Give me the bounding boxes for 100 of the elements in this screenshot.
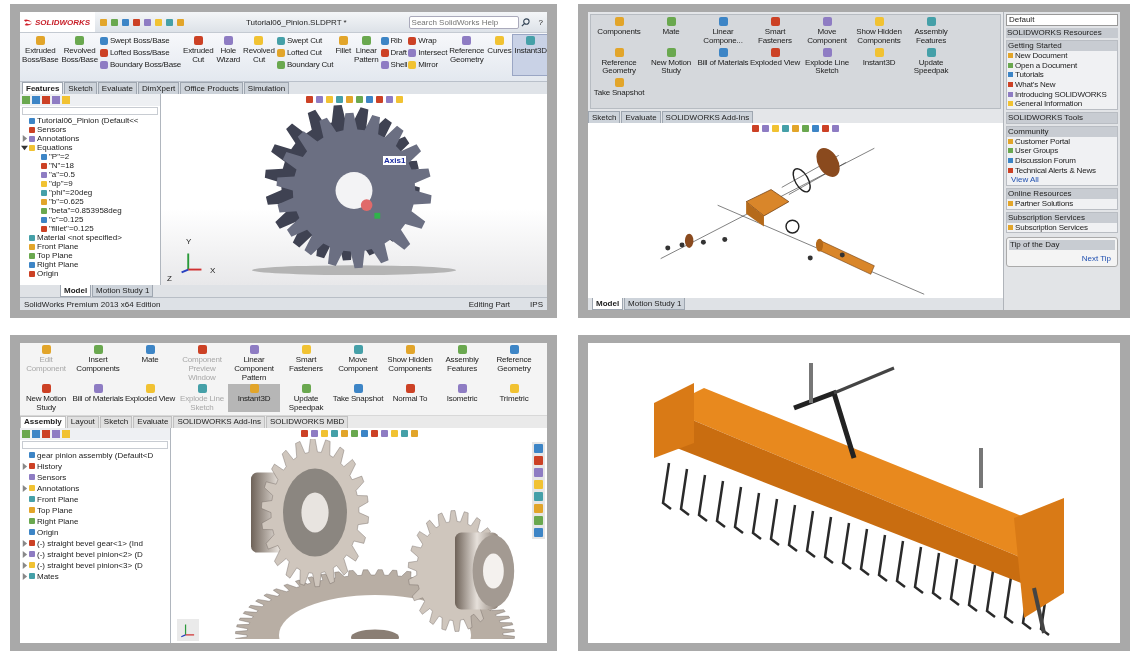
ribbon-button[interactable]: Move Component	[801, 17, 853, 46]
ribbon-button[interactable]: Curves	[486, 35, 513, 75]
tree-item[interactable]: Top Plane	[37, 251, 73, 260]
ribbon-button[interactable]: Instant3D	[228, 384, 280, 413]
section-header[interactable]: Subscription Services	[1007, 212, 1117, 223]
resource-link[interactable]: New Document	[1015, 51, 1068, 61]
ribbon-button[interactable]: Draft	[380, 48, 408, 57]
tree-item[interactable]: "fillet"=0.125	[49, 224, 94, 233]
resource-link[interactable]: Discussion Forum	[1015, 156, 1076, 166]
expand-arrow-icon[interactable]	[21, 540, 28, 547]
ribbon-button[interactable]: Rib	[380, 36, 408, 45]
ribbon-button[interactable]: Shell	[380, 60, 408, 69]
ribbon-button[interactable]: Lofted Boss/Base	[99, 48, 181, 57]
ribbon-button[interactable]: Mirror	[408, 60, 448, 69]
ribbon-button[interactable]: Instant3D	[853, 47, 905, 76]
ribbon-button[interactable]: Show Hidden Components	[384, 345, 436, 374]
tree-item[interactable]: "a"=0.5	[49, 170, 75, 179]
section-header[interactable]: Community	[1007, 126, 1117, 137]
ribbon-button[interactable]: Reference Geometry	[593, 47, 645, 77]
tree-item[interactable]: Sensors	[37, 473, 67, 482]
help-button[interactable]: ?	[534, 17, 547, 27]
resource-link[interactable]: Subscription Services	[1015, 222, 1088, 232]
tab[interactable]: Evaluate	[621, 111, 661, 124]
tree-item[interactable]: "c"=0.125	[49, 215, 84, 224]
resource-link[interactable]: General Information	[1015, 99, 1082, 109]
ribbon-button[interactable]: Take Snapshot	[593, 78, 645, 107]
tab[interactable]: Office Products	[180, 82, 243, 94]
ribbon-button[interactable]: Revolved Cut	[242, 35, 276, 75]
resource-link[interactable]: User Groups	[1015, 146, 1059, 156]
tree-item[interactable]: Front Plane	[37, 242, 79, 251]
search-icon[interactable]	[520, 17, 530, 27]
ribbon-button[interactable]: Linear Pattern	[353, 35, 380, 75]
ribbon-button[interactable]: Intersect	[408, 48, 448, 57]
ribbon-button[interactable]: Update Speedpak	[905, 47, 957, 77]
ribbon-button[interactable]: Assembly Features	[905, 17, 957, 46]
tree-item[interactable]: History	[37, 462, 62, 471]
tree-item[interactable]: Mates	[37, 572, 59, 581]
resource-link[interactable]: What's New	[1015, 80, 1056, 90]
ribbon-button[interactable]: Show Hidden Components	[853, 17, 905, 46]
section-header[interactable]: Online Resources	[1007, 188, 1117, 199]
ribbon-button[interactable]: Extruded Cut	[182, 35, 215, 75]
next-tip-link[interactable]: Next Tip	[1077, 254, 1115, 265]
expand-arrow-icon[interactable]	[21, 562, 28, 569]
expand-arrow-icon[interactable]	[21, 573, 28, 580]
ribbon-button[interactable]: Linear Compone...	[697, 17, 749, 46]
ribbon-button[interactable]: New Motion Study	[20, 384, 72, 413]
ribbon-button[interactable]: Wrap	[408, 36, 448, 45]
tab[interactable]: Motion Study 1	[92, 285, 154, 297]
tree-item[interactable]: Equations	[37, 143, 73, 152]
tree-item[interactable]: gear pinion assembly (Default<D	[37, 451, 154, 460]
ribbon-button[interactable]: Reference Geometry	[448, 35, 486, 75]
ribbon-button[interactable]: Exploded View	[124, 384, 176, 413]
tab[interactable]: Evaluate	[97, 82, 137, 94]
resource-link[interactable]: Partner Solutions	[1015, 199, 1073, 209]
ribbon-button[interactable]: Insert Components	[72, 345, 124, 374]
section-header[interactable]: SOLIDWORKS Tools	[1007, 112, 1117, 123]
tree-item[interactable]: "b"=0.625	[49, 197, 84, 206]
tree-item[interactable]: "beta"=0.853958deg	[49, 206, 122, 215]
tree-item[interactable]: Right Plane	[37, 517, 79, 526]
ribbon-button[interactable]: Take Snapshot	[332, 384, 384, 413]
filter-field[interactable]	[22, 107, 158, 115]
collapse-arrow-icon[interactable]	[21, 144, 28, 151]
ribbon-button[interactable]: Normal To	[384, 384, 436, 413]
configuration-dropdown[interactable]: Default	[1006, 14, 1118, 26]
tab[interactable]: Model	[60, 285, 92, 297]
ribbon-button[interactable]: Instant3D	[513, 35, 547, 75]
ribbon-button[interactable]: Boundary Cut	[276, 60, 334, 69]
units-text[interactable]: IPS	[530, 299, 543, 309]
tab[interactable]: Sketch	[588, 111, 621, 124]
ribbon-button[interactable]: Reference Geometry	[488, 345, 540, 374]
tree-item[interactable]: Material <not specified>	[37, 233, 122, 242]
ribbon-button[interactable]: Bill of Materials	[697, 47, 749, 76]
resource-link[interactable]: Customer Portal	[1015, 136, 1070, 146]
ribbon-button[interactable]: Assembly Features	[436, 345, 488, 374]
ribbon-button[interactable]: Update Speedpak	[280, 384, 332, 413]
tree-item[interactable]: "phi"=20deg	[49, 188, 93, 197]
section-header[interactable]: Getting Started	[1007, 41, 1117, 51]
tree-item[interactable]: Right Plane	[37, 260, 79, 269]
tree-item[interactable]: "dp"=9	[49, 179, 73, 188]
tree-item[interactable]: Top Plane	[37, 506, 73, 515]
ribbon-button[interactable]: Mate	[124, 345, 176, 373]
tree-item[interactable]: "P"=2	[49, 152, 70, 161]
ribbon-button[interactable]: Swept Boss/Base	[99, 36, 181, 45]
tree-item[interactable]: Sensors	[37, 125, 67, 134]
tab[interactable]: Sketch	[64, 82, 97, 94]
expand-arrow-icon[interactable]	[21, 463, 28, 470]
tree-item[interactable]: (-) straight bevel pinion<3> (D	[37, 561, 143, 570]
resource-link[interactable]: Tutorials	[1015, 70, 1044, 80]
ribbon-button[interactable]: Move Component	[332, 345, 384, 374]
ribbon-button[interactable]: Extruded Boss/Base	[21, 35, 60, 75]
ribbon-button[interactable]: Exploded View	[749, 47, 801, 76]
ribbon-button[interactable]: Revolved Boss/Base	[60, 35, 99, 75]
tree-item[interactable]: Front Plane	[37, 495, 79, 504]
tree-item[interactable]: Tutorial06_Pinion (Default<<	[37, 116, 139, 125]
ribbon-button[interactable]: Isometric	[436, 384, 488, 413]
filter-field[interactable]	[22, 441, 168, 449]
view-all-link[interactable]: View All	[1007, 174, 1117, 185]
ribbon-button[interactable]: Lofted Cut	[276, 48, 334, 57]
tab[interactable]: DimXpert	[137, 82, 180, 94]
tree-item[interactable]: "N"=18	[49, 161, 75, 170]
